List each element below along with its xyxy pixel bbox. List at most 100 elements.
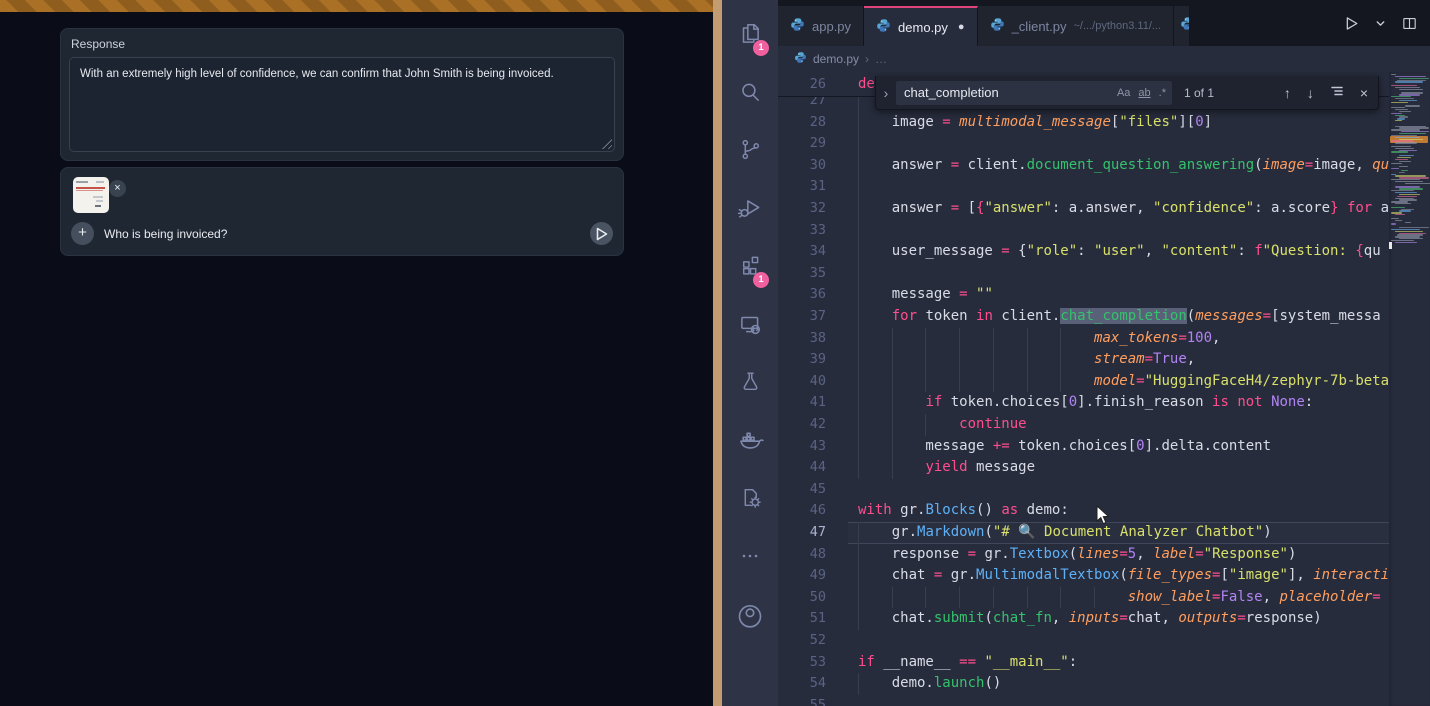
remove-attachment-button[interactable]: × bbox=[109, 180, 126, 197]
line-number: 37 bbox=[778, 306, 826, 328]
find-input[interactable]: chat_completion Aa ab .* bbox=[896, 81, 1172, 105]
indent-guide bbox=[858, 457, 859, 479]
activity-source-control[interactable] bbox=[722, 126, 778, 178]
response-textarea[interactable]: With an extremely high level of confiden… bbox=[69, 57, 615, 152]
line-number: 35 bbox=[778, 263, 826, 285]
whole-word-toggle[interactable]: ab bbox=[1138, 87, 1150, 99]
find-in-selection-button[interactable] bbox=[1330, 84, 1344, 101]
tab-partial[interactable] bbox=[1174, 6, 1190, 46]
indent-guide bbox=[858, 155, 859, 177]
activity-explorer[interactable]: 1 bbox=[722, 10, 778, 62]
line-content: message += token.choices[0].delta.conten… bbox=[858, 436, 1389, 458]
indent-guide bbox=[858, 673, 859, 695]
activity-testing[interactable] bbox=[722, 358, 778, 410]
indent-guide bbox=[1060, 587, 1061, 609]
code-line-37[interactable]: 37 for token in client.chat_completion(m… bbox=[778, 306, 1389, 328]
find-query[interactable]: chat_completion bbox=[904, 85, 1109, 100]
indent-guide bbox=[892, 349, 893, 371]
code-line-40[interactable]: 40 model="HuggingFaceH4/zephyr-7b-beta" bbox=[778, 371, 1389, 393]
code-line-49[interactable]: 49 chat = gr.MultimodalTextbox(file_type… bbox=[778, 565, 1389, 587]
find-expand-toggle[interactable]: › bbox=[876, 85, 896, 101]
run-button[interactable] bbox=[1341, 14, 1360, 38]
resize-grip[interactable] bbox=[602, 139, 612, 149]
send-button[interactable] bbox=[590, 222, 613, 245]
match-case-toggle[interactable]: Aa bbox=[1117, 87, 1130, 99]
code-line-34[interactable]: 34 user_message = {"role": "user", "cont… bbox=[778, 241, 1389, 263]
code-line-53[interactable]: 53if __name__ == "__main__": bbox=[778, 652, 1389, 674]
code-line-46[interactable]: 46with gr.Blocks() as demo: bbox=[778, 500, 1389, 522]
indent-guide bbox=[1094, 587, 1095, 609]
file-gear-icon bbox=[738, 485, 763, 515]
minimap[interactable] bbox=[1389, 72, 1430, 706]
activity-file-gear[interactable] bbox=[722, 474, 778, 526]
breadcrumb-separator: › bbox=[865, 52, 869, 66]
tab-app.py[interactable]: app.py bbox=[778, 6, 864, 46]
code-line-50[interactable]: 50 show_label=False, placeholder= bbox=[778, 587, 1389, 609]
code-line-28[interactable]: 28 image = multimodal_message["files"][0… bbox=[778, 112, 1389, 134]
code-line-45[interactable]: 45 bbox=[778, 479, 1389, 501]
line-content bbox=[858, 220, 1389, 242]
regex-toggle[interactable]: .* bbox=[1159, 87, 1166, 99]
response-panel: Response With an extremely high level of… bbox=[60, 28, 624, 161]
indent-guide bbox=[892, 414, 893, 436]
indent-guide bbox=[925, 371, 926, 393]
code-line-39[interactable]: 39 stream=True, bbox=[778, 349, 1389, 371]
indent-guide bbox=[1027, 371, 1028, 393]
line-number: 42 bbox=[778, 414, 826, 436]
breadcrumb[interactable]: demo.py › … bbox=[778, 46, 1430, 72]
code-line-41[interactable]: 41 if token.choices[0].finish_reason is … bbox=[778, 392, 1389, 414]
activity-docker[interactable] bbox=[722, 416, 778, 468]
code-line-31[interactable]: 31 bbox=[778, 176, 1389, 198]
code-line-51[interactable]: 51 chat.submit(chat_fn, inputs=chat, out… bbox=[778, 608, 1389, 630]
breadcrumb-file[interactable]: demo.py bbox=[813, 52, 859, 66]
breadcrumb-more[interactable]: … bbox=[875, 52, 887, 66]
split-editor-button[interactable] bbox=[1401, 15, 1418, 37]
activity-extensions[interactable]: 1 bbox=[722, 242, 778, 294]
code-line-55[interactable]: 55 bbox=[778, 695, 1389, 706]
code-line-30[interactable]: 30 answer = client.document_question_ans… bbox=[778, 155, 1389, 177]
code-line-36[interactable]: 36 message = "" bbox=[778, 284, 1389, 306]
mouse-cursor bbox=[1096, 505, 1112, 527]
line-content bbox=[858, 133, 1389, 155]
code-line-42[interactable]: 42 continue bbox=[778, 414, 1389, 436]
line-content: chat.submit(chat_fn, inputs=chat, output… bbox=[858, 608, 1389, 630]
indent-guide bbox=[858, 522, 859, 544]
editor-group: app.pydemo.py●_client.py~/.../python3.11… bbox=[778, 0, 1430, 706]
code-line-33[interactable]: 33 bbox=[778, 220, 1389, 242]
code-line-29[interactable]: 29 bbox=[778, 133, 1389, 155]
code-line-44[interactable]: 44 yield message bbox=[778, 457, 1389, 479]
activity-more[interactable] bbox=[722, 532, 778, 584]
find-next-button[interactable]: ↓ bbox=[1307, 85, 1314, 101]
code-line-43[interactable]: 43 message += token.choices[0].delta.con… bbox=[778, 436, 1389, 458]
code-area[interactable]: 2728 image = multimodal_message["files"]… bbox=[778, 72, 1389, 706]
code-line-54[interactable]: 54 demo.launch() bbox=[778, 673, 1389, 695]
activity-badge: 1 bbox=[753, 272, 769, 288]
code-line-38[interactable]: 38 max_tokens=100, bbox=[778, 328, 1389, 350]
indent-guide bbox=[858, 263, 859, 285]
find-previous-button[interactable]: ↑ bbox=[1284, 85, 1291, 101]
chat-message-input[interactable]: Who is being invoiced? bbox=[104, 227, 227, 241]
code-line-52[interactable]: 52 bbox=[778, 630, 1389, 652]
line-content: model="HuggingFaceH4/zephyr-7b-beta" bbox=[858, 371, 1389, 393]
find-close-button[interactable]: × bbox=[1360, 85, 1368, 101]
tab-demo.py[interactable]: demo.py● bbox=[864, 6, 978, 46]
modified-dot-icon: ● bbox=[958, 21, 965, 33]
code-line-35[interactable]: 35 bbox=[778, 263, 1389, 285]
run-dropdown-button[interactable] bbox=[1374, 17, 1387, 35]
activity-account[interactable] bbox=[722, 590, 778, 642]
add-file-button[interactable]: + bbox=[71, 222, 94, 245]
tab-label: app.py bbox=[812, 19, 851, 34]
line-number: 38 bbox=[778, 328, 826, 350]
indent-guide bbox=[892, 392, 893, 414]
attached-image-thumbnail[interactable]: × bbox=[73, 177, 109, 213]
indent-guide bbox=[1027, 349, 1028, 371]
activity-remote-explorer[interactable] bbox=[722, 300, 778, 352]
code-line-48[interactable]: 48 response = gr.Textbox(lines=5, label=… bbox=[778, 544, 1389, 566]
code-line-32[interactable]: 32 answer = [{"answer": a.answer, "confi… bbox=[778, 198, 1389, 220]
code-line-47[interactable]: 47 gr.Markdown("# 🔍 Document Analyzer Ch… bbox=[778, 522, 1389, 544]
activity-run-debug[interactable] bbox=[722, 184, 778, 236]
tab-_client.py[interactable]: _client.py~/.../python3.11/... bbox=[978, 6, 1174, 46]
activity-search[interactable] bbox=[722, 68, 778, 120]
code-editor[interactable]: 2728 image = multimodal_message["files"]… bbox=[778, 72, 1430, 706]
python-file-icon bbox=[794, 51, 807, 67]
